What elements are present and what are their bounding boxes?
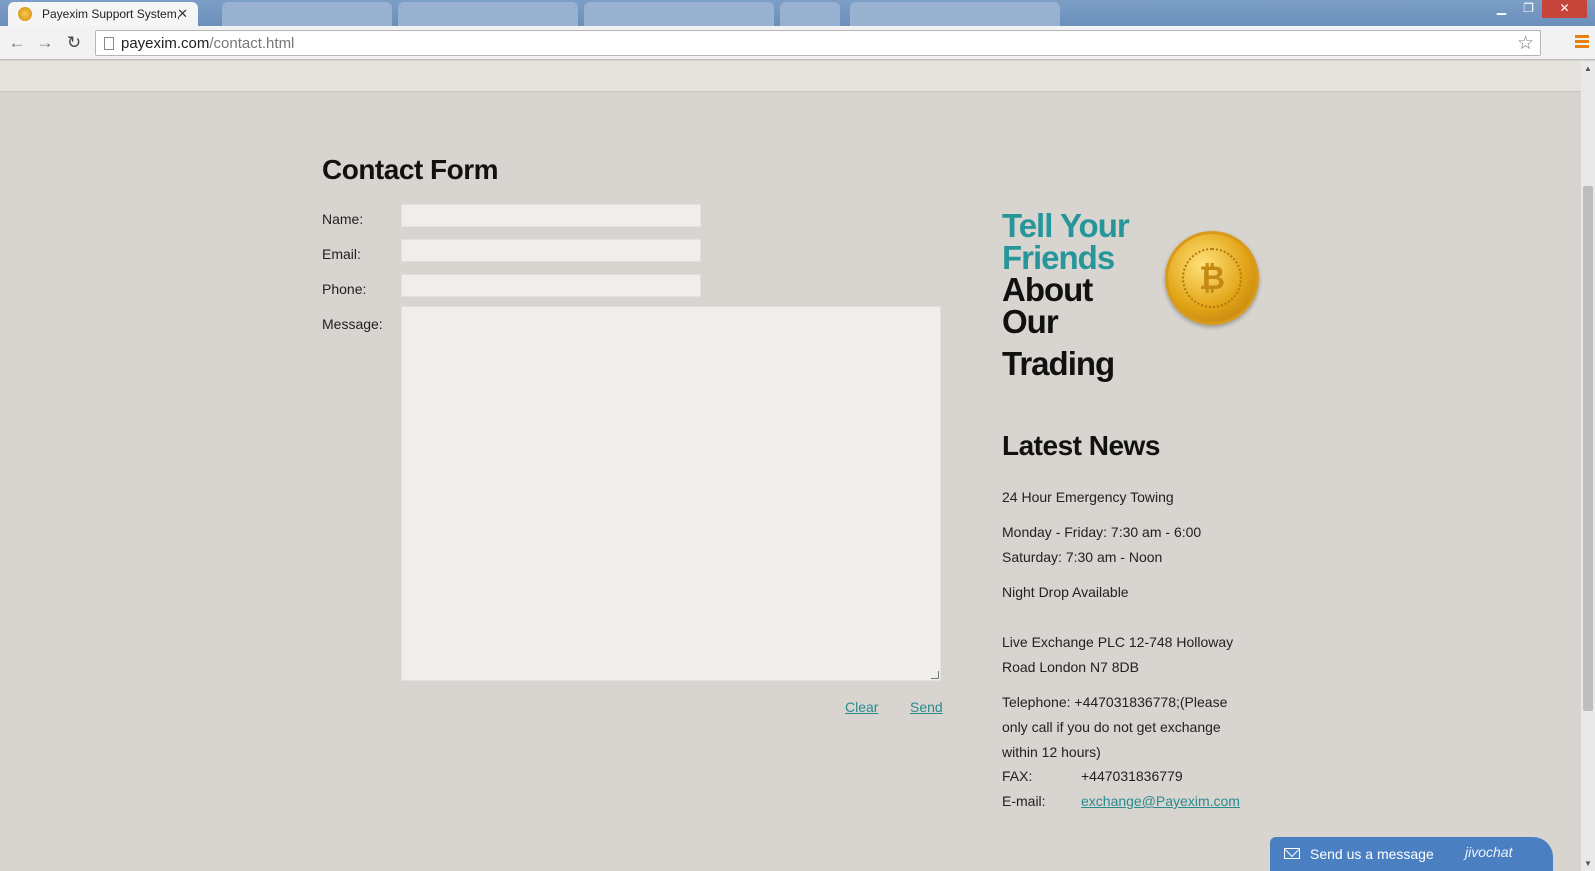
tab-title: Payexim Support System, [42, 7, 181, 21]
phone-field[interactable] [401, 274, 701, 297]
promo-line-4: Our [1002, 303, 1059, 340]
chat-widget-button[interactable]: Send us a message jivochat [1270, 837, 1553, 871]
promo-line-1: Tell Your [1002, 207, 1130, 244]
news-item: 24 Hour Emergency Towing [1002, 489, 1174, 505]
phone-label: Phone: [322, 281, 367, 297]
send-button[interactable]: Send [910, 699, 943, 715]
payexim-favicon-icon [18, 7, 32, 21]
tab-inactive-1[interactable] [222, 2, 392, 26]
resize-grip-icon[interactable] [931, 671, 939, 679]
address-bar[interactable]: payexim.com/contact.html ☆ [95, 30, 1541, 56]
news-item: only call if you do not get exchange [1002, 719, 1221, 735]
contact-form-title: Contact Form [322, 154, 499, 185]
tab-inactive-2[interactable] [398, 2, 578, 26]
envelope-icon [1284, 848, 1300, 859]
news-item: Telephone: +447031836778;(Please [1002, 694, 1228, 710]
restore-icon[interactable]: ❐ [1515, 0, 1542, 18]
window-controls: ▁ ❐ ✕ [1488, 0, 1587, 18]
browser-titlebar: Payexim Support System, ✕ ▁ ❐ ✕ [0, 0, 1595, 26]
news-item: Saturday: 7:30 am - Noon [1002, 549, 1163, 565]
email-label: Email: [322, 246, 361, 262]
email-field[interactable] [401, 239, 701, 262]
scrollbar-thumb[interactable] [1583, 186, 1593, 711]
news-item: Road London N7 8DB [1002, 659, 1139, 675]
bitcoin-coin-icon: ₿ [1165, 231, 1259, 325]
reload-icon[interactable]: ↻ [63, 32, 85, 54]
promo-text: Tell Your Friends About Our Trading [1002, 207, 1130, 382]
header-band [0, 61, 1581, 92]
forward-arrow-icon[interactable]: → [34, 32, 56, 54]
scroll-up-icon[interactable]: ▲ [1584, 64, 1592, 73]
minimize-icon[interactable]: ▁ [1488, 0, 1515, 18]
email-contact-link[interactable]: exchange@Payexim.com [1081, 793, 1240, 809]
promo-line-3: About [1002, 271, 1093, 308]
promo-line-5: Trading [1002, 345, 1115, 382]
news-item: within 12 hours) [1002, 744, 1101, 760]
scroll-down-icon[interactable]: ▼ [1584, 859, 1592, 868]
page-icon [104, 37, 114, 50]
browser-toolbar: ← → ↻ payexim.com/contact.html ☆ [0, 26, 1595, 60]
back-arrow-icon[interactable]: ← [6, 32, 28, 54]
fax-label: FAX: [1002, 768, 1033, 784]
name-label: Name: [322, 211, 364, 227]
bookmark-star-icon[interactable]: ☆ [1517, 32, 1534, 55]
news-item: Live Exchange PLC 12-748 Holloway [1002, 634, 1234, 650]
tab-inactive-5[interactable] [850, 2, 1060, 26]
chrome-menu-icon[interactable] [1575, 35, 1589, 49]
promo-line-2: Friends [1002, 239, 1115, 276]
news-item: Night Drop Available [1002, 584, 1129, 600]
clear-button[interactable]: Clear [845, 699, 878, 715]
close-tab-icon[interactable]: ✕ [177, 2, 188, 26]
tab-inactive-4[interactable] [780, 2, 840, 26]
message-label: Message: [322, 316, 383, 332]
fax-value: +447031836779 [1081, 768, 1183, 784]
name-field[interactable] [401, 204, 701, 227]
chat-label: Send us a message [1310, 846, 1434, 862]
url-text: payexim.com/contact.html [121, 35, 295, 52]
page-scrollbar[interactable]: ▲ ▼ [1581, 61, 1595, 871]
news-item: Monday - Friday: 7:30 am - 6:00 [1002, 524, 1202, 540]
tab-inactive-3[interactable] [584, 2, 774, 26]
message-textarea[interactable] [401, 306, 941, 681]
email-contact-label: E-mail: [1002, 793, 1046, 809]
latest-news-title: Latest News [1002, 430, 1160, 461]
tab-active[interactable]: Payexim Support System, ✕ [8, 2, 198, 26]
chat-brand: jivochat [1465, 844, 1513, 860]
close-window-icon[interactable]: ✕ [1542, 0, 1587, 18]
